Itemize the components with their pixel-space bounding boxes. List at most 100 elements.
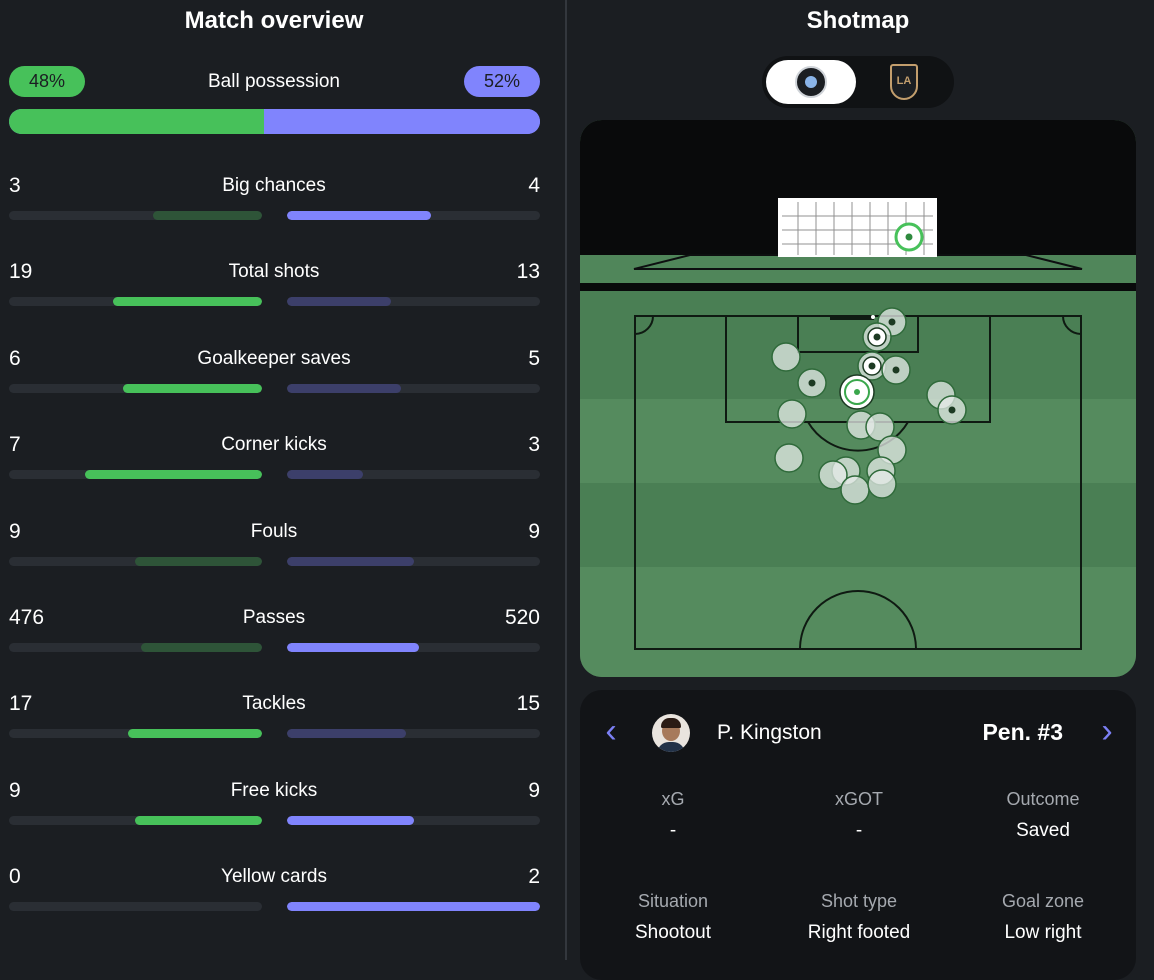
stat-label: Corner kicks — [221, 434, 327, 456]
away-stat-bar-fill — [287, 383, 401, 393]
stat-row: 6 Goalkeeper saves 5 — [0, 346, 548, 406]
away-stat-bar — [287, 383, 540, 393]
home-stat-bar-fill — [135, 815, 262, 825]
stat-row: 476 Passes 520 — [0, 605, 548, 665]
away-stat-bar — [287, 297, 540, 307]
goal-mouth-shot-marker — [894, 222, 924, 252]
away-stat-bar — [287, 902, 540, 912]
shot-marker[interactable] — [797, 368, 827, 398]
away-stat-value: 2 — [528, 865, 540, 889]
home-stat-bar-fill — [135, 556, 262, 566]
away-stat-bar-fill — [287, 902, 540, 912]
stat-row: 7 Corner kicks 3 — [0, 432, 548, 492]
home-stat-bar — [9, 815, 262, 825]
situation-stat: Situation Shootout — [580, 890, 766, 945]
away-stat-value: 4 — [528, 174, 540, 197]
away-stat-value: 9 — [528, 778, 540, 802]
shotmap-title: Shotmap — [806, 7, 910, 34]
selected-shot-marker[interactable] — [839, 374, 875, 410]
home-stat-bar — [9, 643, 262, 652]
player-avatar — [652, 714, 690, 752]
away-stat-bar — [287, 815, 540, 825]
home-stat-bar — [9, 211, 262, 220]
shotmap-pitch — [580, 120, 1136, 677]
away-possession-badge: 52% — [464, 66, 540, 97]
away-stat-bar-fill — [287, 211, 431, 220]
outcome-value: Saved — [1016, 820, 1070, 841]
home-stat-bar — [9, 383, 262, 393]
xgot-value: - — [855, 820, 863, 841]
match-overview-title: Match overview — [184, 7, 364, 34]
away-stat-bar-fill — [287, 556, 414, 566]
home-stat-bar — [9, 902, 262, 912]
home-team-crest-icon — [795, 66, 827, 98]
away-stat-value: 13 — [516, 260, 540, 284]
shot-marker[interactable] — [771, 342, 801, 372]
away-stat-value: 3 — [528, 433, 540, 457]
situation-label: Situation — [637, 891, 709, 911]
xgot-stat: xGOT - — [766, 788, 952, 843]
shot-type-value: Right footed — [807, 922, 911, 943]
home-stat-bar — [9, 470, 262, 480]
home-stat-bar-fill — [128, 729, 262, 739]
away-team-tab[interactable]: LA — [860, 60, 950, 104]
shot-marker[interactable] — [867, 469, 897, 499]
home-stat-bar-fill — [141, 643, 262, 652]
stat-row: 0 Yellow cards 2 — [0, 864, 548, 924]
shot-marker[interactable] — [862, 322, 892, 352]
goal-zone-label: Goal zone — [1001, 891, 1085, 911]
away-stat-bar-fill — [287, 470, 363, 480]
shotmap-panel: Shotmap LA ‹ P. Kingston Pen. #3 › xG - … — [567, 0, 1154, 980]
shot-detail-card: ‹ P. Kingston Pen. #3 › xG - xGOT - Outc… — [580, 690, 1136, 980]
previous-shot-chevron-left-icon[interactable]: ‹ — [596, 714, 626, 748]
home-stat-bar-fill — [113, 297, 262, 307]
away-stat-bar-fill — [287, 297, 391, 307]
shot-marker[interactable] — [777, 399, 807, 429]
away-stat-bar — [287, 470, 540, 480]
home-stat-bar — [9, 556, 262, 566]
xg-stat: xG - — [580, 788, 766, 843]
possession-bar-home — [9, 109, 264, 134]
xgot-label: xGOT — [835, 789, 883, 809]
stat-label: Goalkeeper saves — [197, 347, 351, 369]
xg-value: - — [669, 820, 677, 841]
away-stat-value: 9 — [528, 519, 540, 543]
stat-row: 19 Total shots 13 — [0, 259, 548, 319]
shot-label: Pen. #3 — [982, 719, 1063, 745]
shot-marker[interactable] — [840, 475, 870, 505]
xg-label: xG — [661, 789, 685, 809]
away-stat-bar — [287, 729, 540, 739]
away-stat-bar-fill — [287, 729, 406, 739]
away-stat-bar — [287, 643, 540, 652]
shot-marker[interactable] — [937, 395, 967, 425]
shot-type-label: Shot type — [820, 891, 898, 911]
possession-bar — [9, 109, 540, 134]
goal-zone-stat: Goal zone Low right — [950, 890, 1136, 945]
away-stat-bar-fill — [287, 643, 419, 652]
home-stat-bar-fill — [85, 470, 262, 480]
stat-label: Fouls — [250, 520, 298, 542]
stat-row: 17 Tackles 15 — [0, 691, 548, 751]
shot-marker[interactable] — [774, 443, 804, 473]
stat-row: 9 Free kicks 9 — [0, 778, 548, 838]
goal-zone-value: Low right — [1004, 922, 1082, 943]
stat-row: 3 Big chances 4 — [0, 173, 548, 233]
outcome-stat: Outcome Saved — [950, 788, 1136, 843]
match-overview-panel: Match overview 48% Ball possession 52% 3… — [0, 0, 565, 960]
stat-row: 9 Fouls 9 — [0, 519, 548, 579]
next-shot-chevron-right-icon[interactable]: › — [1092, 714, 1122, 748]
possession-bar-away — [263, 109, 540, 134]
player-name[interactable]: P. Kingston — [717, 720, 822, 746]
stat-label: Yellow cards — [221, 866, 327, 888]
home-stat-bar — [9, 729, 262, 739]
situation-value: Shootout — [634, 922, 712, 943]
stat-label: Tackles — [242, 693, 306, 715]
stat-label: Big chances — [222, 175, 326, 196]
away-stat-value: 520 — [504, 606, 540, 629]
away-team-crest-icon: LA — [890, 64, 918, 100]
team-toggle[interactable]: LA — [762, 56, 954, 108]
stat-label: Passes — [242, 607, 306, 628]
shot-marker[interactable] — [881, 355, 911, 385]
away-stat-value: 5 — [528, 346, 540, 370]
home-team-tab[interactable] — [766, 60, 856, 104]
